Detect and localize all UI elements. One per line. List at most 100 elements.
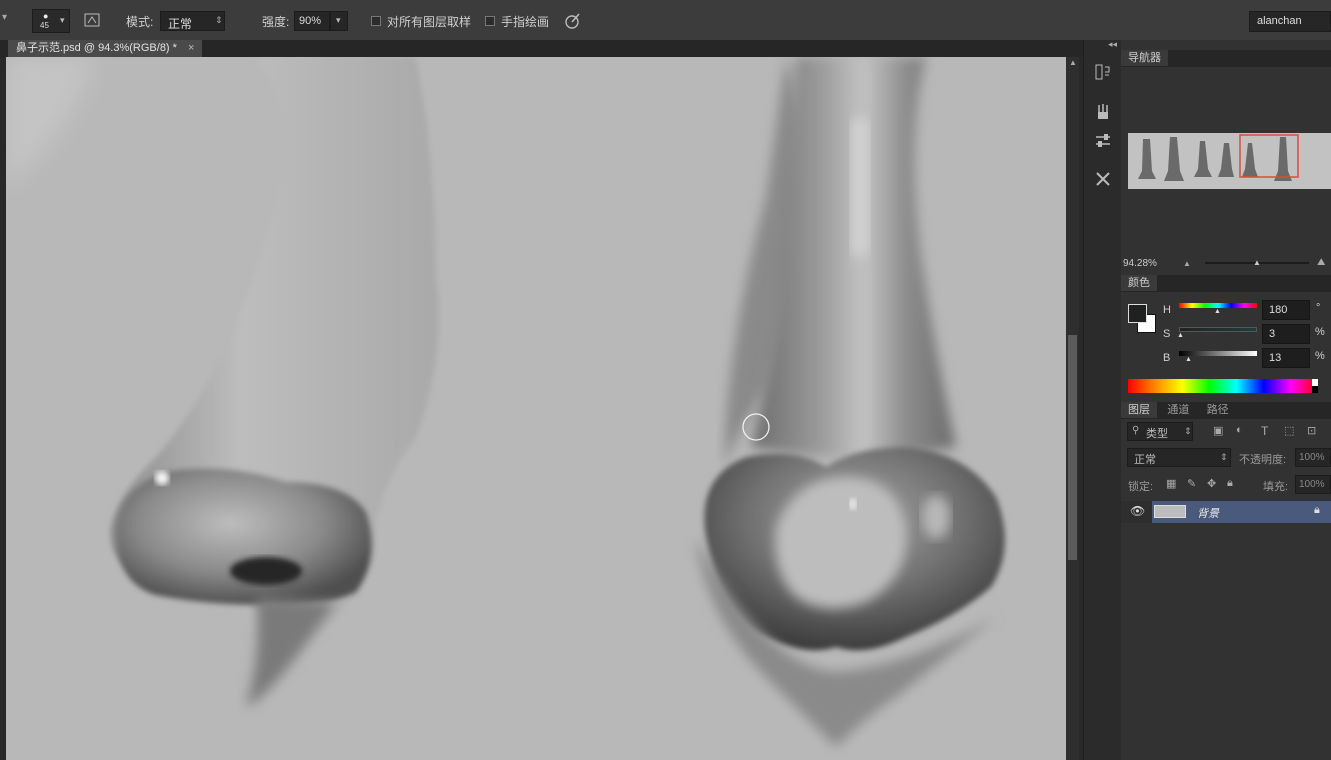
workspace-select[interactable]: alanchan <box>1249 11 1331 32</box>
blend-mode-value: 正常 <box>1134 454 1156 466</box>
history-icon[interactable] <box>1094 63 1112 81</box>
saturation-slider-handle[interactable]: ▲ <box>1177 332 1184 339</box>
mode-select-value: 正常 <box>168 17 193 31</box>
layer-row[interactable]: 👁︎ 背景 🔒︎ <box>1121 501 1331 523</box>
lock-all-icon[interactable]: 🔒︎ <box>1227 477 1233 490</box>
s-unit: % <box>1315 326 1325 338</box>
chevron-down-icon: ▾ <box>336 15 341 25</box>
color-header: 颜色 <box>1121 275 1331 292</box>
finger-painting-checkbox[interactable] <box>485 16 495 26</box>
lock-position-icon[interactable]: ✥ <box>1207 477 1216 490</box>
opacity-label: 不透明度: <box>1239 454 1287 466</box>
finger-painting-label: 手指绘画 <box>501 15 550 29</box>
visibility-eye-icon[interactable]: 👁︎ <box>1130 504 1145 518</box>
navigator-zoom-slider[interactable]: ▲ <box>1205 258 1309 267</box>
panel-icon-strip: ◂◂ <box>1083 39 1123 760</box>
options-bar: ▾ ● 45 ▾ 模式: 正常 ⇕ 强度: 90% ▾ 对所有图层取样 手指绘画… <box>0 0 1331 41</box>
s-input[interactable]: 3 <box>1262 324 1310 344</box>
fill-label: 填充: <box>1263 481 1289 493</box>
b-unit: % <box>1315 350 1325 362</box>
layers-header: 图层 通道 路径 <box>1121 402 1331 419</box>
b-label: B <box>1163 352 1171 364</box>
lock-transparent-pixels-icon[interactable]: ▦ <box>1166 477 1176 490</box>
brush-panel-toggle-icon[interactable] <box>84 12 100 28</box>
s-label: S <box>1163 328 1171 340</box>
lock-label: 锁定: <box>1128 481 1154 493</box>
strength-slider-button[interactable]: ▾ <box>330 11 348 31</box>
navigator-preview-image <box>1138 134 1299 181</box>
scrollbar-thumb[interactable] <box>1068 335 1077 560</box>
collapse-panels-icon[interactable]: ◂◂ <box>1108 39 1117 50</box>
pressure-icon[interactable] <box>564 12 582 30</box>
tools-icon[interactable] <box>1094 170 1112 188</box>
mode-label: 模式: <box>126 15 154 29</box>
h-value: 180 <box>1269 304 1288 316</box>
fill-input[interactable]: 100% <box>1295 475 1331 494</box>
right-panel-dock: 导航器 94.28% ▲ ▲ ⛰ 颜色 H ▲ 180 ° S ▲ 3 % B <box>1121 40 1331 760</box>
filter-adjustment-icon[interactable]: ◐ <box>1236 424 1243 436</box>
mode-select[interactable]: 正常 ⇕ <box>160 11 225 31</box>
layer-filter-value: 类型 <box>1146 428 1168 440</box>
saturation-slider[interactable] <box>1179 327 1257 332</box>
chevron-down-icon: ▾ <box>60 15 65 25</box>
search-icon: ⚲ <box>1132 425 1140 436</box>
adjustments-icon[interactable] <box>1094 132 1112 150</box>
scroll-up-icon[interactable]: ▲ <box>1069 58 1077 67</box>
lock-image-pixels-icon[interactable]: ✎ <box>1187 477 1196 490</box>
tab-navigator[interactable]: 导航器 <box>1121 50 1168 66</box>
h-unit: ° <box>1316 302 1321 314</box>
document-title: 鼻子示范.psd @ 94.3%(RGB/8) * <box>16 42 177 54</box>
filter-shape-icon[interactable]: ⬚ <box>1284 424 1294 437</box>
zoom-slider-handle[interactable]: ▲ <box>1253 258 1261 267</box>
updown-icon: ⇕ <box>1220 452 1228 462</box>
zoom-in-icon[interactable]: ⛰ <box>1317 257 1325 268</box>
layer-name[interactable]: 背景 <box>1197 505 1219 521</box>
color-spectrum-ramp[interactable] <box>1128 379 1318 393</box>
navigator-header: 导航器 <box>1121 50 1331 67</box>
close-icon[interactable]: × <box>188 42 194 54</box>
navigator-thumbnail[interactable] <box>1128 133 1331 189</box>
blend-mode-select[interactable]: 正常 ⇕ <box>1127 448 1231 467</box>
document-canvas[interactable] <box>6 57 1066 760</box>
filter-type-icon[interactable]: T <box>1261 424 1268 438</box>
opacity-input[interactable]: 100% <box>1295 448 1331 467</box>
tab-channels[interactable]: 通道 <box>1160 402 1196 418</box>
vertical-scrollbar[interactable]: ▲ <box>1066 57 1079 760</box>
strength-value: 90% <box>299 15 322 27</box>
filter-pixel-icon[interactable]: ▣ <box>1213 424 1223 437</box>
b-input[interactable]: 13 <box>1262 348 1310 368</box>
brush-presets-icon[interactable] <box>1094 103 1112 121</box>
foreground-swatch[interactable] <box>1128 304 1147 323</box>
updown-icon: ⇕ <box>1184 426 1192 436</box>
strength-input[interactable]: 90% <box>294 11 330 31</box>
tab-paths[interactable]: 路径 <box>1200 402 1236 418</box>
sample-all-layers-label: 对所有图层取样 <box>387 15 472 29</box>
b-value: 13 <box>1269 352 1282 364</box>
sample-all-layers-checkbox[interactable] <box>371 16 381 26</box>
layer-filter-select[interactable]: ⚲ 类型 ⇕ <box>1127 422 1193 441</box>
document-tab[interactable]: 鼻子示范.psd @ 94.3%(RGB/8) * × <box>8 40 203 57</box>
brightness-slider-handle[interactable]: ▲ <box>1185 356 1192 363</box>
updown-icon: ⇕ <box>215 15 223 25</box>
filter-smart-object-icon[interactable]: ⊡ <box>1307 424 1316 437</box>
hue-slider-handle[interactable]: ▲ <box>1214 308 1221 315</box>
fill-value: 100% <box>1299 479 1325 490</box>
nose-painting <box>6 57 1066 760</box>
workspace-value: alanchan <box>1257 15 1302 27</box>
tab-layers[interactable]: 图层 <box>1121 402 1157 418</box>
tab-color[interactable]: 颜色 <box>1121 275 1157 291</box>
layer-selected-bar[interactable]: 背景 🔒︎ <box>1152 501 1331 523</box>
brush-tip-icon: ● <box>43 11 49 21</box>
spectrum-black-white[interactable] <box>1312 379 1318 393</box>
s-value: 3 <box>1269 328 1276 340</box>
tool-preset-arrow-icon[interactable]: ▾ <box>2 12 7 23</box>
layer-lock-icon: 🔒︎ <box>1314 504 1320 516</box>
layer-thumbnail <box>1154 505 1186 518</box>
zoom-out-icon[interactable]: ▲ <box>1183 259 1191 268</box>
h-label: H <box>1163 304 1171 316</box>
brush-preset-picker[interactable]: ● 45 ▾ <box>32 9 70 33</box>
opacity-value: 100% <box>1299 452 1325 463</box>
h-input[interactable]: 180 <box>1262 300 1310 320</box>
strength-label: 强度: <box>262 15 290 29</box>
navigator-zoom-value[interactable]: 94.28% <box>1123 258 1157 269</box>
